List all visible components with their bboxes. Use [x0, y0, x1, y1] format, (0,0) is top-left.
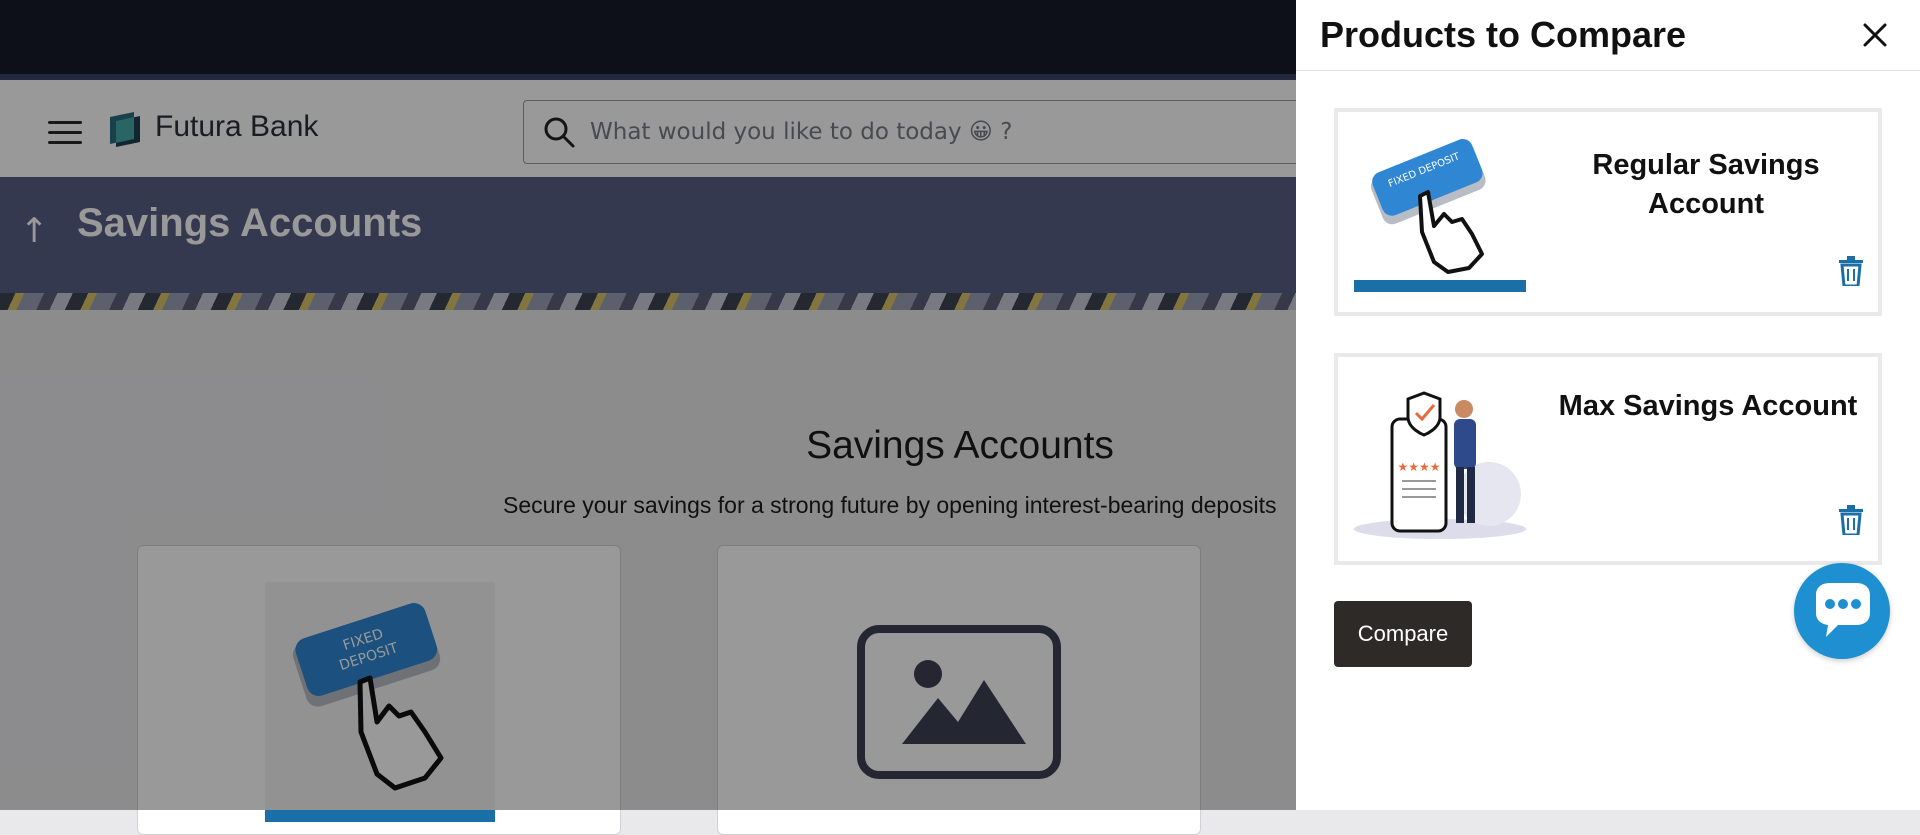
panel-header: Products to Compare: [1296, 0, 1920, 71]
fixed-deposit-image: FIXED DEPOSIT: [1354, 134, 1526, 294]
close-icon[interactable]: [1858, 18, 1892, 52]
compare-product-card: ★★★★ Max Savings Account: [1334, 353, 1882, 565]
security-illustration-image: ★★★★: [1354, 379, 1526, 539]
chat-bubble-icon: [1816, 583, 1870, 637]
trash-icon[interactable]: [1838, 505, 1864, 535]
compare-button[interactable]: Compare: [1334, 601, 1472, 667]
svg-text:★★★★: ★★★★: [1397, 460, 1440, 474]
panel-title: Products to Compare: [1320, 14, 1687, 55]
modal-backdrop[interactable]: [0, 0, 1296, 810]
compare-panel: Products to Compare FIXED DEPOSIT Regula…: [1296, 0, 1920, 810]
trash-icon[interactable]: [1838, 256, 1864, 286]
chat-button[interactable]: [1794, 563, 1890, 659]
product-name: Regular Savings Account: [1592, 149, 1820, 220]
compare-product-card: FIXED DEPOSIT Regular Savings Account: [1334, 108, 1882, 316]
product-name: Max Savings Account: [1558, 390, 1858, 422]
